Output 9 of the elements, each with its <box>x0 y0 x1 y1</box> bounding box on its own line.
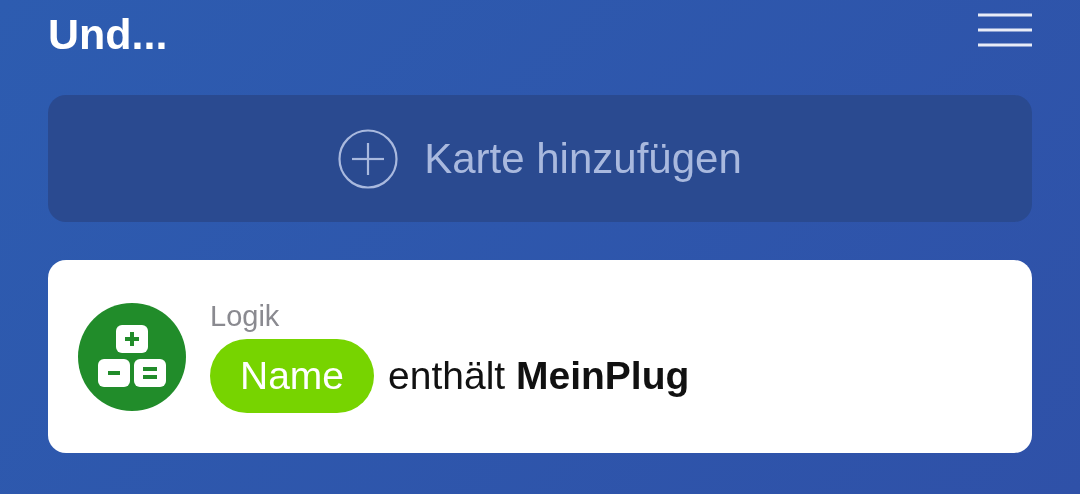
add-card-button[interactable]: Karte hinzufügen <box>48 95 1032 222</box>
menu-icon[interactable] <box>978 13 1032 47</box>
page-title: Und... <box>48 12 168 56</box>
condition-text: enthält MeinPlug <box>388 354 690 398</box>
rule-card[interactable]: Logik Name enthält MeinPlug <box>48 260 1032 453</box>
card-category: Logik <box>210 300 281 333</box>
plus-circle-icon <box>338 128 399 189</box>
variable-tag: Name <box>210 339 375 413</box>
calculator-icon <box>78 302 186 411</box>
